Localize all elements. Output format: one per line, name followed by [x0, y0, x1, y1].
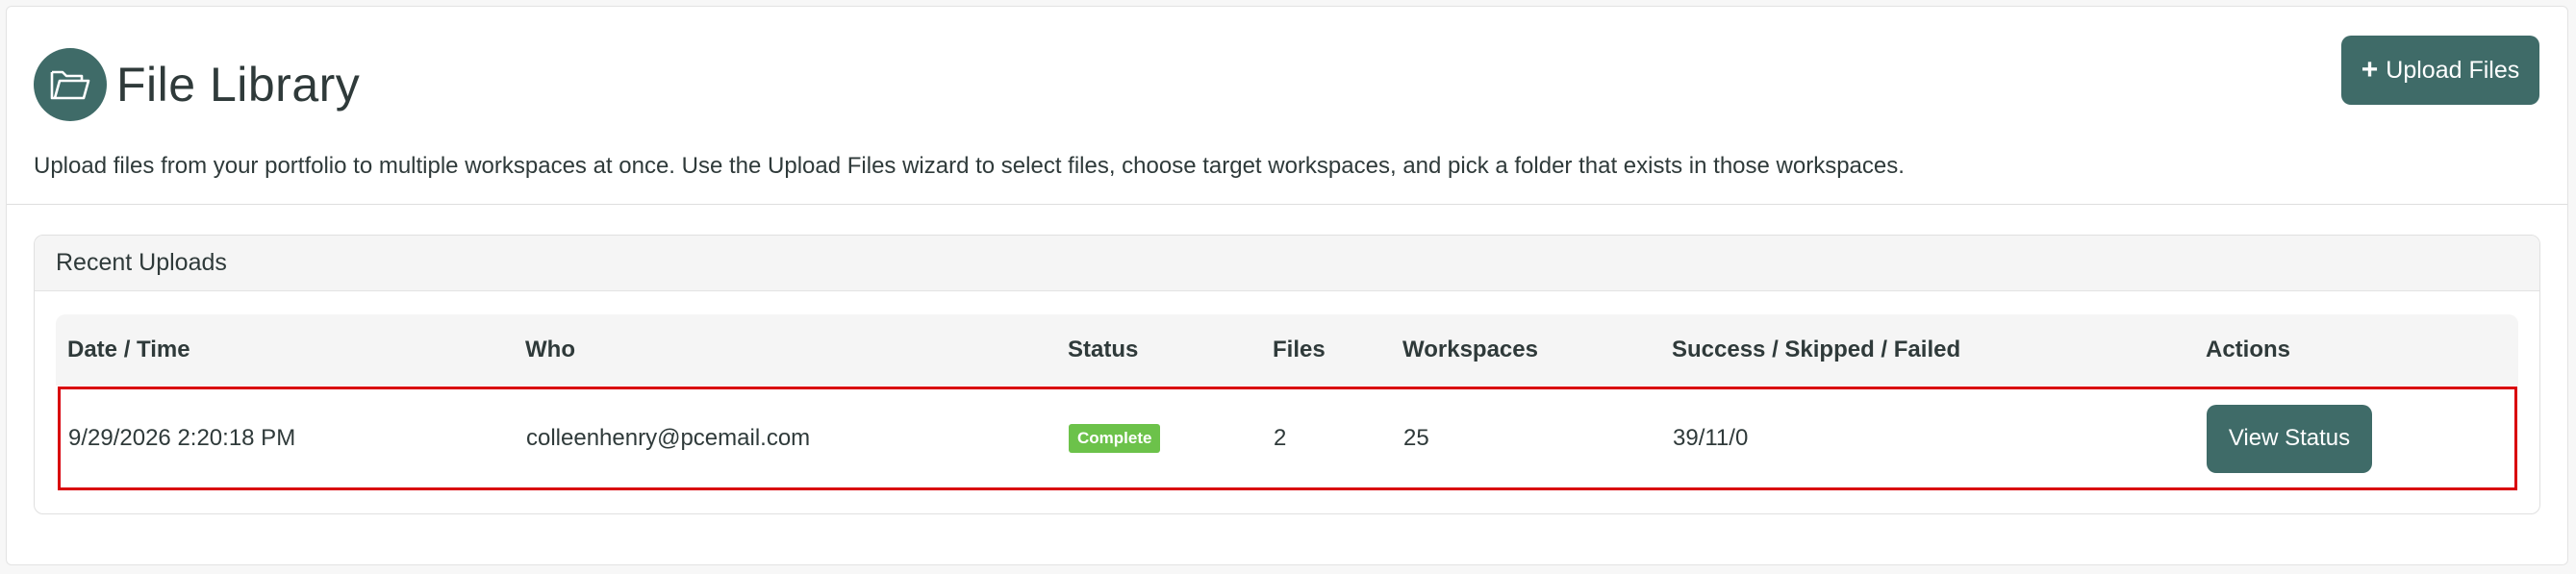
- cell-files: 2: [1274, 425, 1287, 451]
- page-container: File Library + Upload Files Upload files…: [6, 6, 2568, 565]
- table-header: Date / Time Who Status Files Workspaces …: [56, 314, 2518, 386]
- table-row: 9/29/2026 2:20:18 PM colleenhenry@pcemai…: [58, 387, 2517, 490]
- column-header-files: Files: [1273, 337, 1326, 362]
- page-description: Upload files from your portfolio to mult…: [34, 153, 1905, 179]
- cell-workspaces: 25: [1403, 425, 1429, 451]
- plus-icon: +: [2361, 54, 2379, 86]
- page-header: File Library + Upload Files Upload files…: [7, 7, 2567, 205]
- cell-datetime: 9/29/2026 2:20:18 PM: [68, 425, 296, 451]
- column-header-results: Success / Skipped / Failed: [1672, 337, 1961, 362]
- cell-results: 39/11/0: [1673, 425, 1749, 451]
- status-badge: Complete: [1069, 424, 1161, 453]
- recent-uploads-title: Recent Uploads: [35, 236, 2539, 291]
- column-header-actions: Actions: [2206, 337, 2291, 362]
- view-status-button[interactable]: View Status: [2207, 404, 2372, 473]
- column-header-status: Status: [1068, 337, 1139, 362]
- folder-open-icon: [34, 48, 107, 121]
- column-header-datetime: Date / Time: [67, 337, 190, 362]
- cell-actions: View Status: [2207, 389, 2372, 487]
- page-title: File Library: [116, 58, 361, 112]
- column-header-who: Who: [525, 337, 575, 362]
- cell-status: Complete: [1069, 389, 1161, 487]
- upload-files-label: Upload Files: [2386, 56, 2520, 84]
- column-header-workspaces: Workspaces: [1402, 337, 1538, 362]
- cell-who: colleenhenry@pcemail.com: [526, 425, 811, 451]
- upload-files-button[interactable]: + Upload Files: [2341, 36, 2539, 105]
- recent-uploads-card: Recent Uploads Date / Time Who Status Fi…: [34, 235, 2540, 514]
